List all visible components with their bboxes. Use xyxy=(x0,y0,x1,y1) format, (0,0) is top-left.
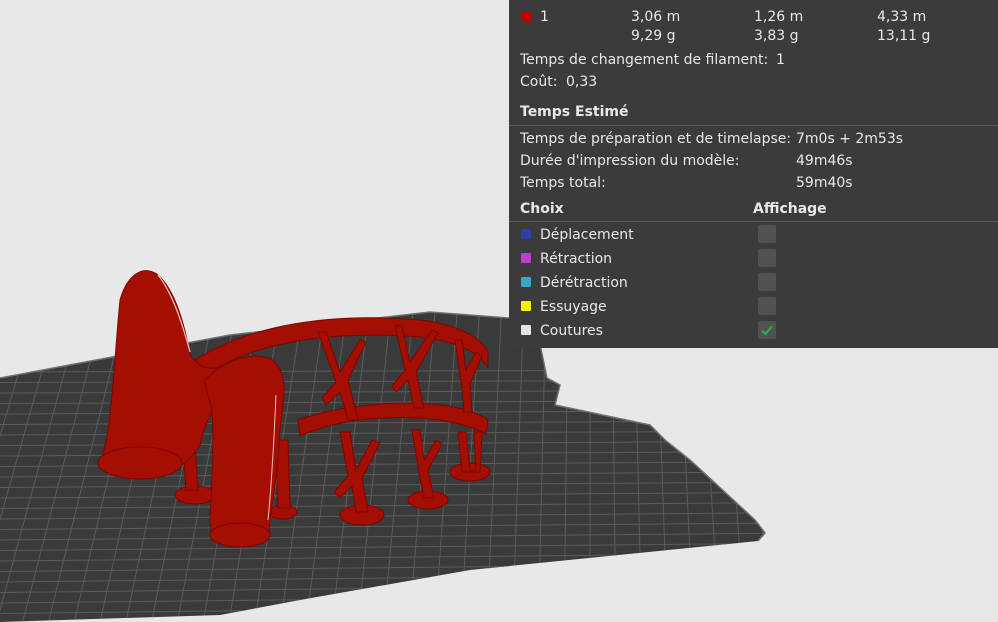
filament-change-value: 1 xyxy=(776,52,785,68)
seams-color-swatch xyxy=(521,325,531,335)
option-label-deretraction: Dérétraction xyxy=(540,275,628,291)
filament-length-total: 4,33 m xyxy=(877,9,927,25)
total-time-value: 59m40s xyxy=(796,175,853,191)
slice-info-panel: 1 3,06 m 9,29 g 1,26 m 3,83 g 4,33 m 13,… xyxy=(509,0,998,348)
separator xyxy=(509,125,998,126)
retraction-color-swatch xyxy=(521,253,531,263)
filament-change-label: Temps de changement de filament: xyxy=(520,52,769,68)
display-header: Affichage xyxy=(753,201,827,217)
print-duration-label: Durée d'impression du modèle: xyxy=(520,153,740,169)
choice-header: Choix xyxy=(520,201,564,217)
filament-color-swatch xyxy=(521,12,531,22)
filament-weight-2: 3,83 g xyxy=(754,28,799,44)
option-label-retraction: Rétraction xyxy=(540,251,613,267)
estimated-time-title: Temps Estimé xyxy=(520,104,629,120)
filament-weight-total: 13,11 g xyxy=(877,28,931,44)
filament-length-1: 3,06 m xyxy=(631,9,681,25)
filament-index: 1 xyxy=(540,9,549,25)
checkmark-icon xyxy=(761,325,773,336)
option-label-wipe: Essuyage xyxy=(540,299,607,315)
travel-color-swatch xyxy=(521,229,531,239)
filament-weight-1: 9,29 g xyxy=(631,28,676,44)
filament-length-2: 1,26 m xyxy=(754,9,804,25)
travel-visibility-checkbox[interactable] xyxy=(758,225,776,243)
deretraction-color-swatch xyxy=(521,277,531,287)
prep-time-label: Temps de préparation et de timelapse: xyxy=(520,131,792,147)
retraction-visibility-checkbox[interactable] xyxy=(758,249,776,267)
option-label-travel: Déplacement xyxy=(540,227,634,243)
deretraction-visibility-checkbox[interactable] xyxy=(758,273,776,291)
seams-visibility-checkbox[interactable] xyxy=(758,321,776,339)
print-duration-value: 49m46s xyxy=(796,153,853,169)
wipe-visibility-checkbox[interactable] xyxy=(758,297,776,315)
prep-time-value: 7m0s + 2m53s xyxy=(796,131,904,147)
total-time-label: Temps total: xyxy=(520,175,606,191)
separator xyxy=(509,221,998,222)
wipe-color-swatch xyxy=(521,301,531,311)
cost-value: 0,33 xyxy=(566,74,598,90)
cost-label: Coût: xyxy=(520,74,558,90)
option-label-seams: Coutures xyxy=(540,323,603,339)
